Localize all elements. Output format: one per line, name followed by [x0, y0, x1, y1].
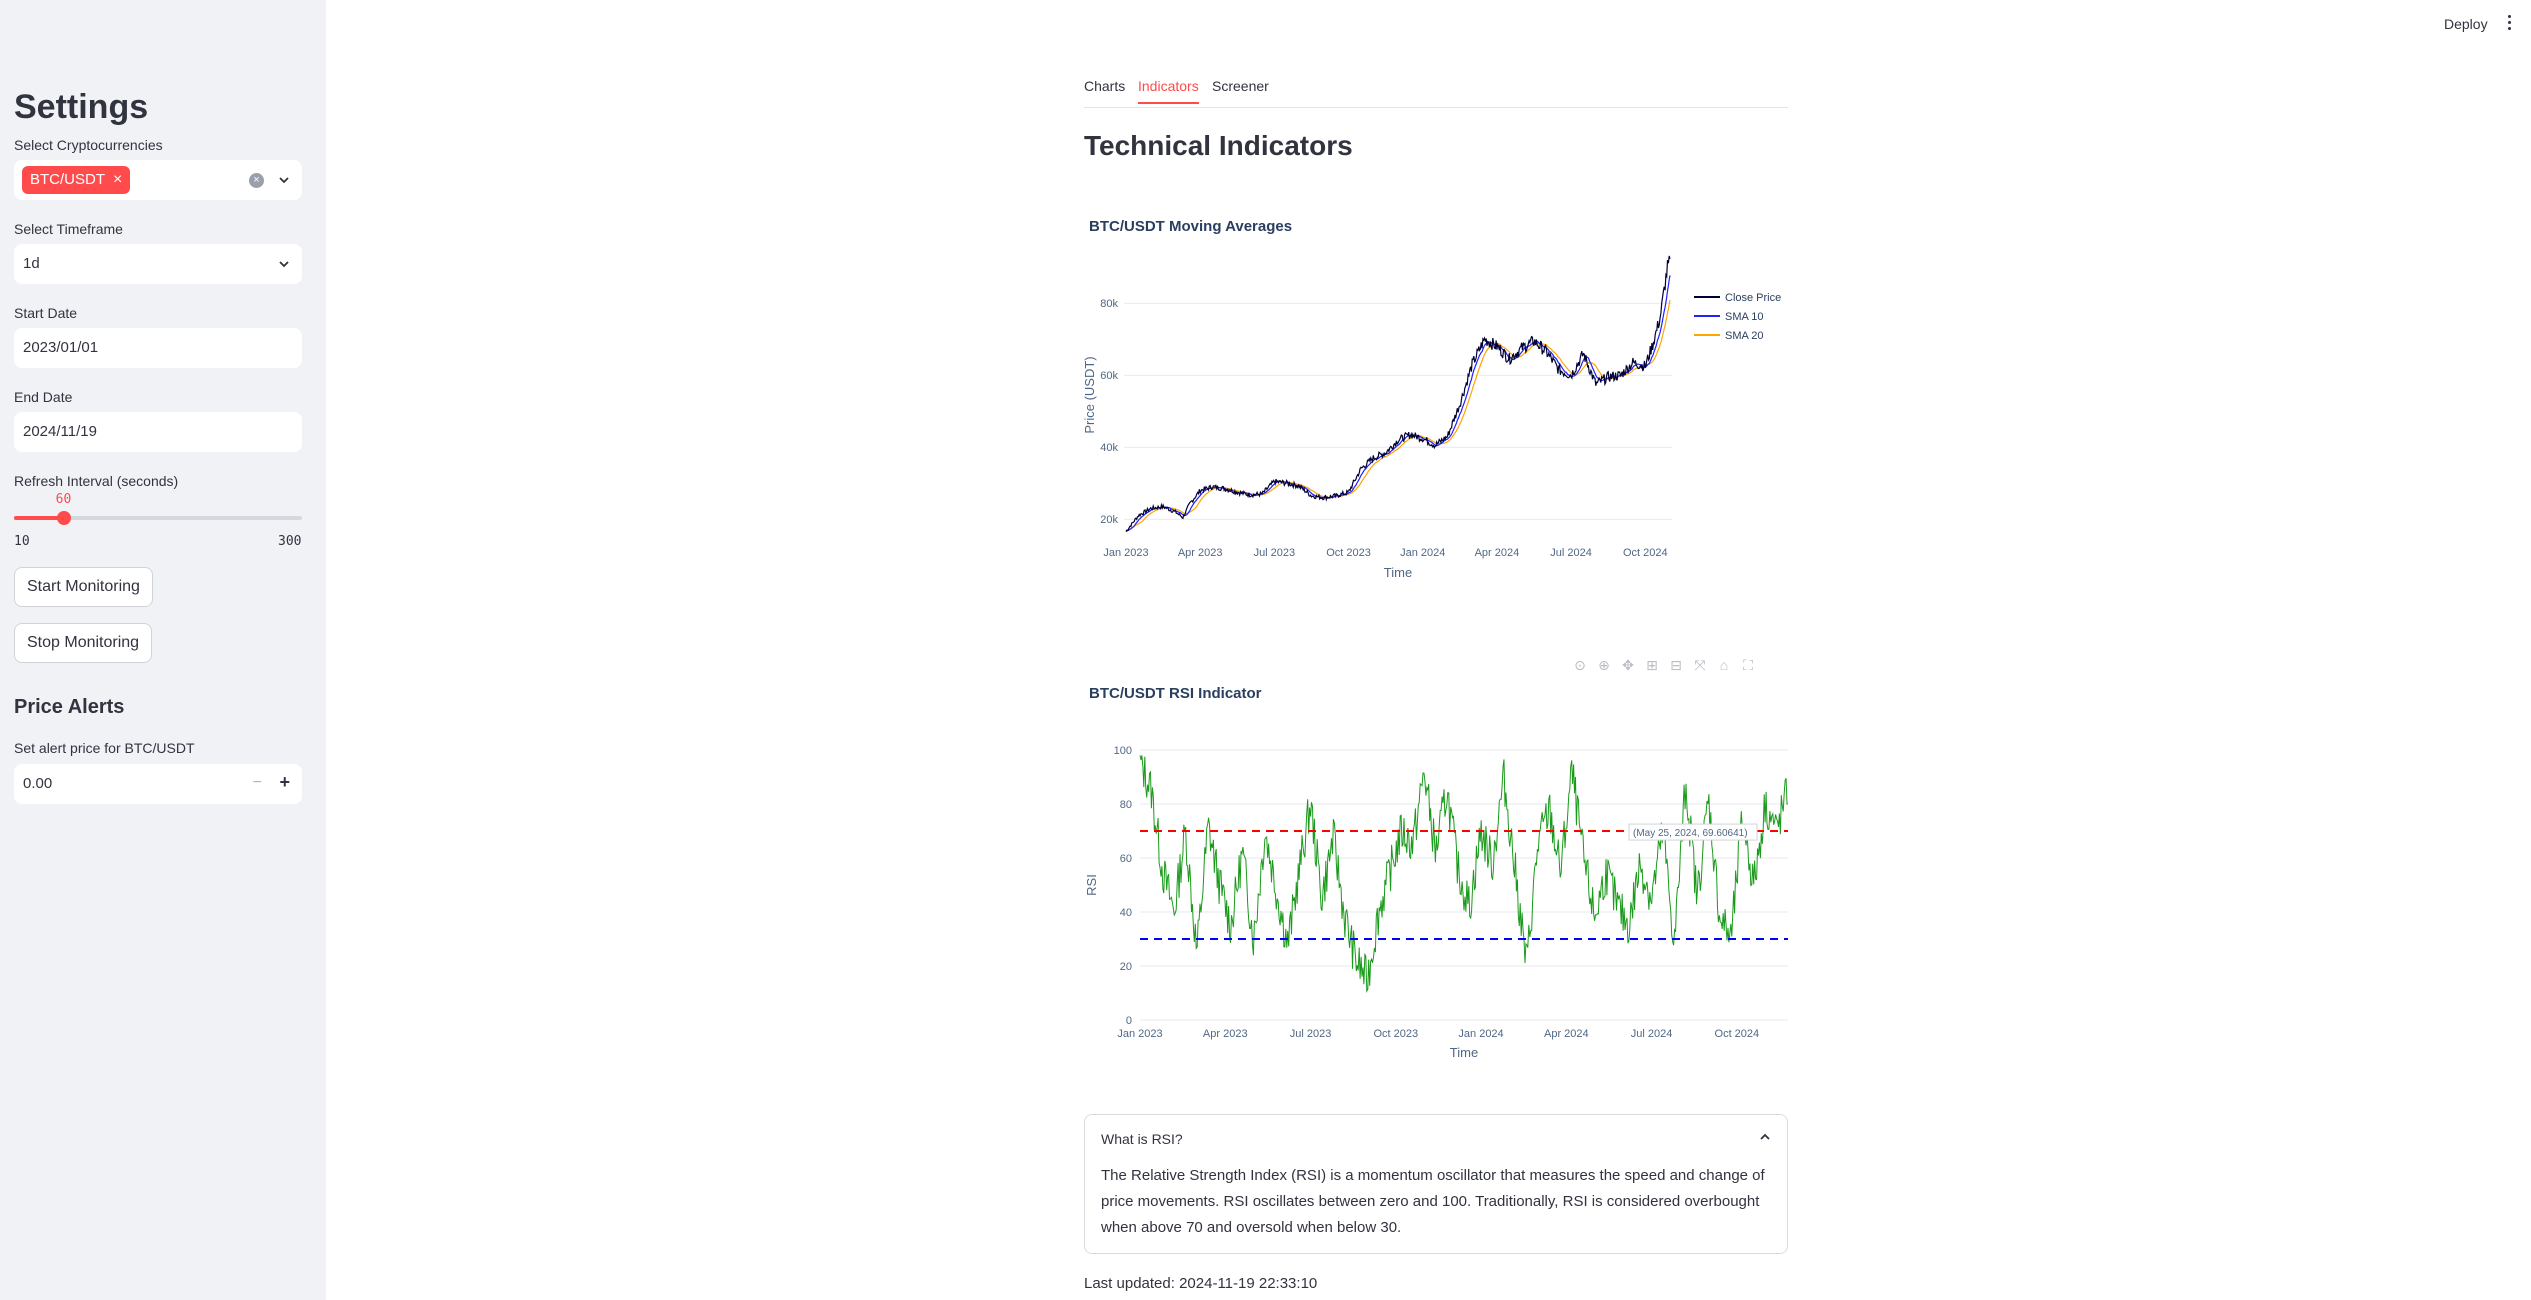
x-tick-label: Apr 2023 [1178, 547, 1223, 559]
legend-label: SMA 10 [1725, 311, 1764, 323]
chart-modebar: ⊙ ⊕ ✥ ⊞ ⊟ ⤧ ⌂ ⛶ [1572, 657, 1756, 673]
sidebar: Settings Select Cryptocurrencies BTC/USD… [0, 0, 326, 1300]
x-axis-label: Time [1450, 1045, 1478, 1060]
end-date-input[interactable]: 2024/11/19 [14, 412, 302, 452]
x-axis-label: Time [1384, 565, 1412, 580]
x-tick-label: Oct 2024 [1623, 547, 1668, 559]
x-tick-label: Jul 2023 [1290, 1028, 1332, 1040]
x-tick-label: Jul 2024 [1550, 547, 1592, 559]
start-monitoring-button[interactable]: Start Monitoring [14, 567, 153, 607]
stop-monitoring-button[interactable]: Stop Monitoring [14, 623, 153, 663]
pan-icon[interactable]: ✥ [1620, 657, 1636, 673]
rsi-chart-title: BTC/USDT RSI Indicator [1089, 685, 1262, 702]
timeframe-select[interactable]: 1d [14, 244, 302, 284]
slider-max: 300 [278, 534, 302, 549]
timeframe-value: 1d [23, 255, 40, 272]
crypto-multiselect[interactable]: BTC/USDT × × [14, 160, 302, 200]
chevron-down-icon[interactable] [278, 258, 290, 270]
x-tick-label: Oct 2023 [1326, 547, 1371, 559]
zoom-out-icon[interactable]: ⊟ [1668, 657, 1684, 673]
end-date-value: 2024/11/19 [23, 423, 97, 440]
selected-crypto-label: BTC/USDT [30, 171, 105, 188]
tab-indicators[interactable]: Indicators [1138, 78, 1199, 104]
x-tick-label: Jul 2024 [1631, 1028, 1673, 1040]
y-tick-label: 20 [1120, 961, 1132, 973]
deploy-button[interactable]: Deploy [2444, 16, 2488, 32]
y-tick-label: 0 [1126, 1015, 1132, 1027]
home-icon[interactable]: ⌂ [1716, 657, 1732, 673]
ma-chart[interactable]: 20k 40k 60k 80k Jan 2023 Apr 2023 Jul 2023 Oct … [1084, 240, 1788, 610]
x-tick-label: Apr 2024 [1475, 547, 1520, 559]
sidebar-title: Settings [14, 88, 149, 126]
x-tick-label: Jan 2023 [1117, 1028, 1162, 1040]
zoom-icon[interactable]: ⊕ [1596, 657, 1612, 673]
x-tick-label: Jan 2024 [1458, 1028, 1503, 1040]
close-price-line [1125, 255, 1671, 532]
rsi-line [1139, 755, 1788, 994]
slider-thumb[interactable] [56, 511, 71, 525]
y-tick-label: 80 [1120, 799, 1132, 811]
expander-title[interactable]: What is RSI? [1101, 1131, 1183, 1147]
increment-button[interactable]: + [279, 772, 290, 793]
x-tick-label: Jul 2023 [1254, 547, 1296, 559]
tab-bar: Charts Indicators Screener [1084, 74, 1788, 108]
zoom-in-icon[interactable]: ⊞ [1644, 657, 1660, 673]
ma-chart-title: BTC/USDT Moving Averages [1089, 218, 1293, 235]
decrement-button[interactable]: − [253, 774, 262, 792]
refresh-interval-label: Refresh Interval (seconds) [14, 473, 179, 489]
autoscale-icon[interactable]: ⤧ [1692, 657, 1708, 673]
x-tick-label: Oct 2023 [1373, 1028, 1418, 1040]
end-date-label: End Date [14, 389, 73, 405]
y-tick-label: 100 [1114, 745, 1132, 757]
y-tick-label: 80k [1100, 298, 1118, 310]
x-tick-label: Oct 2024 [1715, 1028, 1760, 1040]
slider-value: 60 [55, 492, 72, 507]
fullscreen-icon[interactable]: ⛶ [1740, 657, 1756, 673]
clear-all-icon[interactable]: × [249, 173, 264, 188]
y-axis-label: RSI [1084, 874, 1099, 896]
x-tick-label: Jan 2023 [1103, 547, 1148, 559]
tooltip-text: (May 25, 2024, 69.60641) [1633, 828, 1748, 839]
legend-label: Close Price [1725, 292, 1781, 304]
price-alerts-title: Price Alerts [14, 696, 125, 718]
x-tick-label: Apr 2024 [1544, 1028, 1589, 1040]
y-tick-label: 60 [1120, 853, 1132, 865]
main-menu-icon[interactable] [2508, 15, 2512, 33]
selected-crypto-tag[interactable]: BTC/USDT × [22, 166, 131, 194]
chevron-up-icon[interactable] [1759, 1131, 1771, 1143]
start-date-input[interactable]: 2023/01/01 [14, 328, 302, 368]
chevron-down-icon[interactable] [278, 174, 290, 186]
timeframe-label: Select Timeframe [14, 221, 123, 237]
slider-min: 10 [14, 534, 30, 549]
rsi-expander[interactable]: What is RSI? The Relative Strength Index… [1084, 1114, 1788, 1254]
alert-price-label: Set alert price for BTC/USDT [14, 740, 195, 756]
tab-charts[interactable]: Charts [1084, 78, 1125, 102]
crypto-select-label: Select Cryptocurrencies [14, 137, 163, 153]
y-tick-label: 40 [1120, 907, 1132, 919]
start-date-value: 2023/01/01 [23, 339, 99, 356]
camera-icon[interactable]: ⊙ [1572, 657, 1588, 673]
y-axis-label: Price (USDT) [1084, 356, 1097, 433]
last-updated: Last updated: 2024-11-19 22:33:10 [1084, 1275, 1318, 1292]
remove-tag-icon[interactable]: × [113, 166, 122, 194]
expander-body: The Relative Strength Index (RSI) is a m… [1101, 1167, 1765, 1236]
sma20-line [1125, 299, 1671, 532]
tab-screener[interactable]: Screener [1212, 78, 1269, 102]
start-date-label: Start Date [14, 305, 78, 321]
rsi-chart[interactable]: 0 20 40 60 80 100 Jan 2023 Apr 2023 Jul 2023 Oct … [1084, 728, 1788, 1068]
alert-price-value: 0.00 [23, 775, 53, 792]
legend-label: SMA 20 [1725, 330, 1764, 342]
alert-price-input[interactable]: 0.00 − + [14, 764, 302, 804]
x-tick-label: Apr 2023 [1203, 1028, 1248, 1040]
y-tick-label: 40k [1100, 442, 1118, 454]
x-tick-label: Jan 2024 [1400, 547, 1445, 559]
y-tick-label: 60k [1100, 370, 1118, 382]
y-tick-label: 20k [1100, 514, 1118, 526]
hover-tooltip: (May 25, 2024, 69.60641) [1628, 823, 1758, 841]
page-title: Technical Indicators [1084, 130, 1353, 161]
refresh-slider[interactable] [14, 511, 302, 525]
